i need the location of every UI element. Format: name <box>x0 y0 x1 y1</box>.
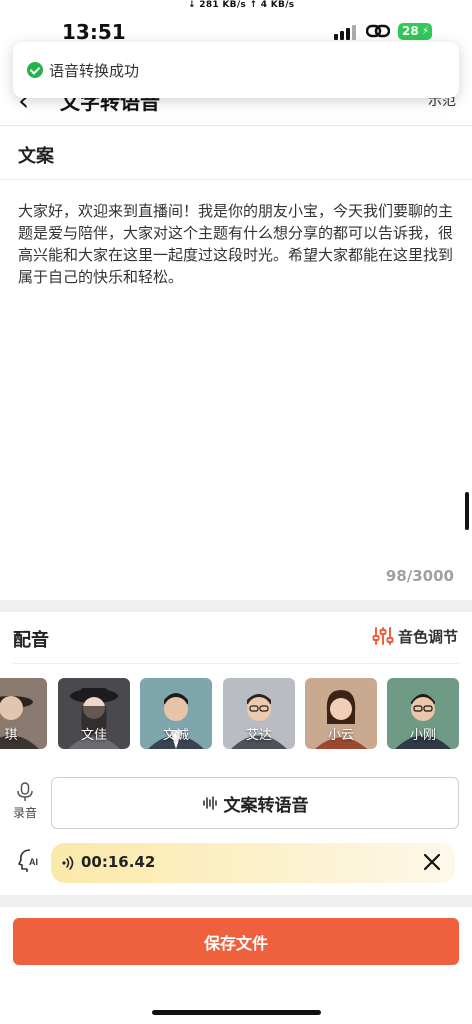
copy-text-area[interactable]: 大家好，欢迎来到直播间！我是你的朋友小宝，今天我们要聊的主题是爱与陪伴，大家对这… <box>18 200 456 288</box>
check-circle-icon <box>27 62 43 78</box>
voice-card[interactable]: 文佳 <box>58 678 130 749</box>
section-separator <box>0 600 472 612</box>
voice-name: 文诚 <box>162 728 189 743</box>
charging-bolt-icon: ⚡ <box>421 26 429 37</box>
success-toast: 语音转换成功 <box>13 42 459 98</box>
voice-name: 琪 <box>4 728 18 743</box>
section-separator <box>0 895 472 907</box>
equalizer-icon <box>372 627 394 645</box>
record-button[interactable]: 录音 <box>12 782 38 821</box>
home-indicator[interactable] <box>152 1010 321 1015</box>
voice-name: 小云 <box>327 728 354 743</box>
voice-card[interactable]: 艾达 <box>223 678 295 749</box>
ai-voice-icon: AI <box>18 849 38 872</box>
voice-name: 文佳 <box>80 728 107 743</box>
status-time: 13:51 <box>62 20 126 44</box>
divider <box>13 663 459 664</box>
char-counter: 98/3000 <box>385 567 454 585</box>
dubbing-title: 配音 <box>13 630 49 651</box>
divider <box>0 179 472 180</box>
battery-level: 28 <box>402 24 419 38</box>
voice-card[interactable]: 琪 <box>0 678 47 749</box>
text-to-speech-button[interactable]: 文案转语音 <box>51 777 459 829</box>
scrollbar-thumb[interactable] <box>465 492 469 530</box>
audio-player[interactable]: 00:16.42 <box>51 843 455 883</box>
record-label: 录音 <box>12 806 37 820</box>
link-icon <box>366 24 390 38</box>
toast-message: 语音转换成功 <box>49 62 140 80</box>
microphone-icon <box>17 782 33 801</box>
tts-label: 文案转语音 <box>223 795 309 816</box>
audio-duration: 00:16.42 <box>81 853 156 871</box>
voice-card[interactable]: 小云 <box>305 678 377 749</box>
timbre-label: 音色调节 <box>397 627 458 646</box>
voice-card[interactable]: 文诚 <box>140 678 212 749</box>
svg-text:AI: AI <box>29 857 38 867</box>
network-speed: ↓ 281 KB/s ↑ 4 KB/s <box>188 0 295 10</box>
voice-carousel[interactable]: 琪 文佳 文诚 艾达 小云 小刚 <box>0 678 472 750</box>
close-icon[interactable] <box>421 851 443 873</box>
battery-indicator: 28 ⚡ <box>398 23 432 40</box>
voice-name: 艾达 <box>245 728 272 743</box>
signal-icon <box>334 24 356 40</box>
voice-card[interactable]: 小刚 <box>387 678 459 749</box>
voice-name: 小刚 <box>409 728 436 743</box>
save-file-button[interactable]: 保存文件 <box>13 918 459 965</box>
timbre-adjust-button[interactable]: 音色调节 <box>372 625 458 647</box>
sound-wave-icon[interactable] <box>61 855 77 871</box>
waveform-icon <box>202 796 217 810</box>
copy-section-title: 文案 <box>18 146 54 167</box>
